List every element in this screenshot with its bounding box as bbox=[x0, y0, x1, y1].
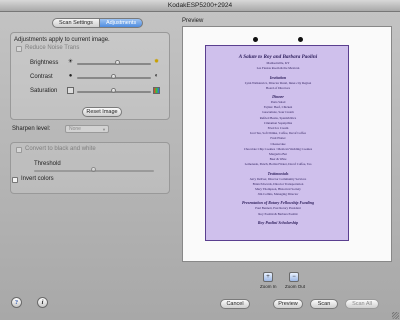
contrast-label: Contrast bbox=[30, 74, 53, 80]
brightness-label: Brightness bbox=[30, 60, 59, 66]
chevron-down-icon: ▼ bbox=[102, 127, 106, 132]
adjustments-note: Adjustments apply to current image. bbox=[14, 37, 110, 43]
doc-line: Refried Beans, Spanish Rice bbox=[259, 115, 297, 120]
doc-line: Jim Collins, Managing Director bbox=[257, 192, 299, 197]
help-button[interactable]: ? bbox=[11, 297, 22, 308]
scanned-document: A Salute to Roy and Barbara Paolini Madis… bbox=[205, 45, 349, 241]
doc-line: Lemonade, Punch, Bottled Water, Decaf Co… bbox=[244, 162, 312, 167]
convert-bw-checkbox[interactable] bbox=[16, 147, 22, 153]
doc-line: Chocolate Chip Cookies / Mexican Wedding… bbox=[243, 146, 313, 151]
reduce-noise-checkbox[interactable] bbox=[16, 46, 22, 52]
doc-line: Roy Paolini Scholarship bbox=[257, 219, 299, 225]
scan-all-button[interactable]: Scan All bbox=[345, 299, 379, 309]
doc-line: Jerry Deliver, Director Community Servic… bbox=[249, 176, 307, 181]
reset-image-button[interactable]: Reset Image bbox=[82, 107, 122, 117]
preview-area[interactable]: A Salute to Roy and Barbara Paolini Madis… bbox=[182, 26, 392, 262]
doc-line: Mary Thompson, Historical Society bbox=[255, 187, 301, 191]
doc-line: Roy Paolini & Barbara Paolini bbox=[258, 211, 298, 216]
doc-line: Testimonials bbox=[267, 170, 289, 176]
doc-line: Board of Directors bbox=[266, 85, 290, 90]
threshold-slider-knob[interactable] bbox=[91, 167, 96, 172]
saturation-high-icon bbox=[153, 87, 160, 94]
convert-bw-label: Convert to black and white bbox=[25, 146, 96, 152]
brightness-high-icon: ✹ bbox=[153, 59, 160, 65]
doc-line: Fajitas: Beef, Chicken bbox=[263, 105, 293, 110]
doc-line: Beer & Wine bbox=[269, 157, 287, 162]
contrast-low-icon: ● bbox=[68, 73, 73, 79]
doc-line: Lynn Walkiewicz, Director Rural, Inner-c… bbox=[244, 80, 312, 85]
doc-line: Fried Ice Cream bbox=[267, 126, 289, 130]
tab-bar: Scan Settings Adjustments bbox=[52, 18, 144, 28]
window-title: KodakESP5200+2924 bbox=[0, 0, 400, 12]
zoom-in-label: Zoom In bbox=[260, 284, 277, 289]
tab-scan-settings[interactable]: Scan Settings bbox=[52, 18, 100, 28]
doc-line: Presentation of Rotary Fellowship Fundin… bbox=[241, 200, 314, 206]
zoom-out-label: Zoom Out bbox=[285, 284, 306, 289]
zoom-out-button[interactable]: − bbox=[289, 272, 299, 282]
sharpen-level-label: Sharpen level: bbox=[12, 126, 51, 132]
contrast-slider-knob[interactable] bbox=[111, 74, 116, 79]
doc-line: Margarita Bar bbox=[269, 152, 287, 156]
doc-line: Cinnamon Sopaipillas bbox=[263, 120, 293, 125]
scan-button[interactable]: Scan bbox=[310, 299, 338, 309]
doc-line: Las Fiestas Room & the Mexican bbox=[256, 66, 300, 71]
saturation-low-icon bbox=[67, 87, 74, 94]
doc-line: Paul Bennett, Past Rotary President bbox=[255, 206, 301, 211]
info-button[interactable]: i bbox=[37, 297, 48, 308]
doc-line: Guacamole, Sour Cream bbox=[262, 110, 294, 115]
doc-line: Dinner bbox=[272, 94, 284, 99]
sharpen-level-select[interactable]: None ▼ bbox=[65, 125, 109, 133]
doc-line: Fruit Platter bbox=[270, 136, 286, 141]
zoom-in-button[interactable]: + bbox=[263, 272, 273, 282]
doc-line: Cheesecake bbox=[270, 141, 286, 146]
saturation-label: Saturation bbox=[30, 88, 58, 94]
brightness-slider[interactable] bbox=[77, 63, 151, 65]
brightness-slider-knob[interactable] bbox=[114, 60, 120, 65]
doc-line: Iced Tea, Soft Drinks, Coffee, Decaf Cof… bbox=[250, 131, 306, 136]
doc-line: Brian Edwards, Director Transportation bbox=[252, 181, 304, 186]
doc-line: Pasta Salad bbox=[270, 100, 286, 104]
doc-line: A Salute to Roy and Barbara Paolini bbox=[238, 54, 318, 60]
punch-hole bbox=[253, 37, 258, 42]
preview-button[interactable]: Preview bbox=[273, 299, 303, 309]
invert-colors-checkbox[interactable] bbox=[12, 177, 18, 183]
resize-grip-icon[interactable] bbox=[392, 312, 399, 319]
doc-line: Madisonville, KY bbox=[266, 61, 290, 66]
brightness-low-icon: ☀ bbox=[67, 59, 74, 65]
saturation-slider-knob[interactable] bbox=[111, 88, 116, 93]
contrast-high-icon: ◐ bbox=[154, 73, 159, 79]
invert-colors-label: Invert colors bbox=[21, 176, 54, 182]
punch-hole bbox=[298, 37, 303, 42]
cancel-button[interactable]: Cancel bbox=[220, 299, 250, 309]
sharpen-level-value: None bbox=[69, 126, 81, 132]
preview-label: Preview bbox=[182, 18, 204, 24]
reduce-noise-label: Reduce Noise Trans bbox=[25, 45, 80, 51]
scanner-window: KodakESP5200+2924 Scan Settings Adjustme… bbox=[0, 0, 400, 320]
doc-line: Invitation bbox=[269, 74, 287, 80]
threshold-label: Threshold bbox=[34, 161, 61, 167]
tab-adjustments[interactable]: Adjustments bbox=[99, 18, 144, 28]
